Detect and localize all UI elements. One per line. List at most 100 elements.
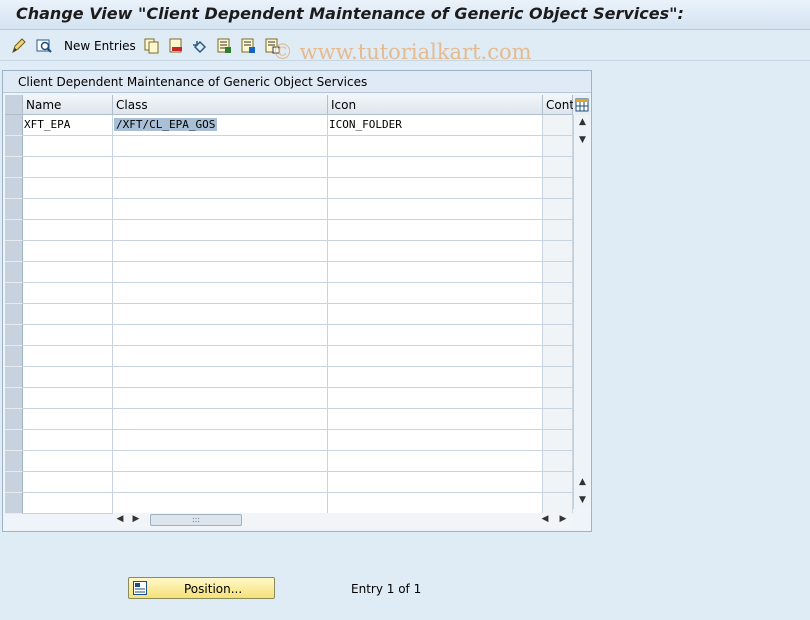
table-cell[interactable] [23, 304, 113, 325]
row-selector[interactable] [5, 178, 23, 199]
undo-icon[interactable] [191, 37, 209, 55]
table-cell[interactable] [543, 493, 573, 514]
row-selector[interactable] [5, 241, 23, 262]
row-selector[interactable] [5, 346, 23, 367]
row-selector[interactable] [5, 220, 23, 241]
row-selector[interactable] [5, 199, 23, 220]
table-cell[interactable] [113, 325, 328, 346]
scroll-right-end-icon[interactable]: ▶ [556, 514, 570, 524]
table-cell[interactable] [543, 220, 573, 241]
table-cell[interactable] [543, 451, 573, 472]
row-selector[interactable] [5, 472, 23, 493]
row-selector[interactable] [5, 388, 23, 409]
select-all-rows-cell[interactable] [5, 95, 23, 115]
row-selector[interactable] [5, 262, 23, 283]
table-cell[interactable] [23, 493, 113, 514]
new-entries-button[interactable]: New Entries [64, 39, 136, 53]
column-header-name[interactable]: Name [23, 95, 113, 115]
table-cell[interactable] [113, 157, 328, 178]
table-cell[interactable] [23, 472, 113, 493]
table-cell[interactable] [543, 199, 573, 220]
table-cell[interactable] [328, 157, 543, 178]
table-cell[interactable] [23, 241, 113, 262]
table-cell[interactable] [23, 409, 113, 430]
table-cell[interactable] [543, 409, 573, 430]
row-selector[interactable] [5, 283, 23, 304]
column-header-icon[interactable]: Icon [328, 95, 543, 115]
table-cell[interactable] [113, 136, 328, 157]
table-cell[interactable] [543, 115, 573, 136]
table-cell[interactable] [543, 157, 573, 178]
table-cell[interactable] [543, 325, 573, 346]
table-cell[interactable] [113, 304, 328, 325]
table-cell[interactable] [328, 262, 543, 283]
table-cell[interactable] [113, 409, 328, 430]
table-cell[interactable] [23, 199, 113, 220]
table-cell[interactable] [23, 430, 113, 451]
table-cell[interactable] [543, 430, 573, 451]
table-cell[interactable] [328, 283, 543, 304]
details-icon[interactable] [35, 37, 53, 55]
table-cell[interactable] [113, 178, 328, 199]
table-cell[interactable] [23, 451, 113, 472]
table-cell[interactable] [543, 367, 573, 388]
table-cell[interactable] [23, 262, 113, 283]
scroll-right-icon[interactable]: ▶ [129, 514, 143, 524]
table-cell[interactable] [328, 178, 543, 199]
table-cell[interactable] [113, 262, 328, 283]
table-cell[interactable] [328, 409, 543, 430]
table-cell[interactable] [23, 283, 113, 304]
table-cell[interactable] [23, 178, 113, 199]
table-cell[interactable] [113, 472, 328, 493]
table-cell[interactable] [328, 493, 543, 514]
table-cell[interactable]: XFT_EPA [23, 115, 113, 136]
delete-icon[interactable] [167, 37, 185, 55]
table-cell[interactable] [543, 178, 573, 199]
table-cell[interactable] [23, 325, 113, 346]
row-selector[interactable] [5, 430, 23, 451]
row-selector[interactable] [5, 136, 23, 157]
table-cell[interactable] [328, 136, 543, 157]
table-cell[interactable] [328, 199, 543, 220]
column-header-conti[interactable]: Conti [543, 95, 577, 115]
table-cell[interactable] [23, 157, 113, 178]
table-cell[interactable] [543, 388, 573, 409]
table-cell[interactable] [23, 367, 113, 388]
table-cell[interactable] [328, 220, 543, 241]
table-cell[interactable] [113, 388, 328, 409]
table-cell[interactable] [113, 220, 328, 241]
table-cell[interactable] [543, 262, 573, 283]
table-cell[interactable]: /XFT/CL_EPA_GOS [113, 115, 328, 136]
table-cell[interactable] [328, 346, 543, 367]
select-all-icon[interactable] [215, 37, 233, 55]
table-cell[interactable] [23, 136, 113, 157]
row-selector[interactable] [5, 409, 23, 430]
row-selector[interactable] [5, 493, 23, 514]
table-cell[interactable] [543, 136, 573, 157]
table-cell[interactable] [328, 304, 543, 325]
table-cell[interactable] [328, 325, 543, 346]
horizontal-scrollbar[interactable]: ◀ ▶ ::: ◀ ▶ [113, 513, 573, 527]
table-cell[interactable] [113, 283, 328, 304]
table-cell[interactable] [113, 493, 328, 514]
table-cell[interactable] [328, 388, 543, 409]
column-header-class[interactable]: Class [113, 95, 328, 115]
table-cell[interactable] [543, 472, 573, 493]
table-cell[interactable] [543, 241, 573, 262]
column-settings-icon[interactable] [573, 95, 590, 115]
table-cell[interactable] [113, 199, 328, 220]
scroll-left-icon[interactable]: ◀ [113, 514, 127, 524]
table-cell[interactable] [113, 346, 328, 367]
row-selector[interactable] [5, 304, 23, 325]
table-cell[interactable] [328, 472, 543, 493]
table-cell[interactable] [543, 346, 573, 367]
row-selector[interactable] [5, 115, 23, 136]
table-cell[interactable] [113, 430, 328, 451]
table-cell[interactable] [23, 388, 113, 409]
table-cell[interactable] [23, 220, 113, 241]
copy-icon[interactable] [143, 37, 161, 55]
select-block-icon[interactable] [239, 37, 257, 55]
table-cell[interactable] [23, 346, 113, 367]
row-selector[interactable] [5, 451, 23, 472]
table-cell[interactable] [328, 430, 543, 451]
